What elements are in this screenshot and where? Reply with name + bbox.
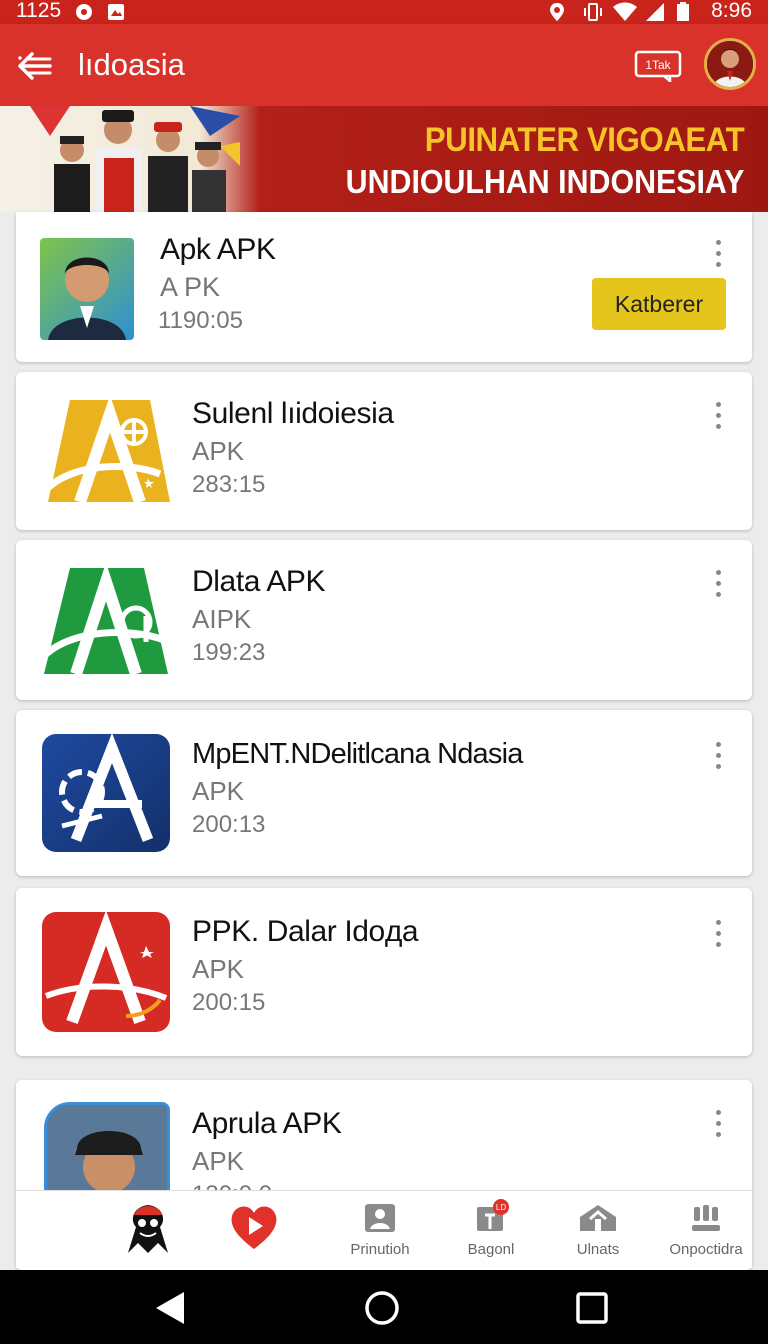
blue-a-app-icon	[42, 732, 170, 852]
banner-headline: PUINATER VIGOAEAT	[424, 121, 745, 159]
app-type: AIPK	[192, 604, 252, 634]
promo-banner[interactable]: PUINATER VIGOAEAT UNDIOULHAN INDONESIAY	[0, 106, 768, 212]
app-type: APK	[192, 1146, 245, 1176]
nav-item-home[interactable]: Ulnats	[560, 1191, 636, 1269]
app-name: PPK. Dalar Idoдa	[192, 915, 419, 948]
more-options-icon[interactable]	[706, 236, 730, 276]
location-icon	[550, 3, 564, 21]
signal-icon	[646, 3, 664, 21]
app-meta: 283:15	[192, 471, 266, 498]
profile-avatar[interactable]	[704, 38, 756, 90]
status-bar: 1125 8:96	[0, 0, 768, 24]
chat-label: 1Tak	[645, 58, 671, 72]
more-options-icon[interactable]	[706, 738, 730, 778]
vibrate-icon	[584, 3, 602, 21]
app-type: APK	[192, 436, 245, 466]
app-list-item[interactable]: PPK. Dalar Idoдa APK 200:15	[16, 888, 752, 1056]
settings-icon	[692, 1205, 720, 1231]
nav-item-profile[interactable]: Prinutioh	[332, 1191, 428, 1269]
app-portrait-icon	[40, 238, 134, 340]
app-name: Apk APK	[160, 233, 276, 266]
yellow-a-app-icon	[41, 395, 170, 504]
bottom-navigation: Prinutioh LD Bagonl Ulnats Onpoctidra	[16, 1190, 752, 1268]
nav-item-settings[interactable]: Onpoctidra	[660, 1191, 752, 1269]
back-arrow-icon[interactable]	[14, 46, 58, 86]
app-name: Dlata APK	[192, 565, 326, 598]
status-clock: 8:96	[711, 0, 752, 22]
chat-bubble-icon: 1Tak	[634, 50, 682, 84]
more-options-icon[interactable]	[706, 1106, 730, 1146]
notification-icon	[76, 4, 92, 20]
app-name: Aprula APK	[192, 1107, 342, 1140]
wifi-icon	[613, 2, 637, 21]
app-list-item[interactable]: Apk APK A PK 1190:05 Katberer	[16, 212, 752, 362]
nav-label: Bagonl	[467, 1241, 515, 1258]
nav-label: Onpoctidra	[669, 1241, 743, 1258]
install-button[interactable]: Katberer	[592, 278, 726, 330]
app-meta: 199:23	[192, 639, 266, 666]
app-name: MpENT.NDelitlcana Ndasia	[192, 738, 523, 770]
more-options-icon[interactable]	[706, 398, 730, 438]
banner-people-illustration	[30, 106, 240, 212]
page-title: lıdoasia	[78, 47, 185, 82]
avatar-portrait-icon	[707, 41, 753, 87]
screen: 1125 8:96 lıdoasia 1Tak PUINATER VIGOAEA…	[0, 0, 768, 1344]
system-navigation-bar	[0, 1270, 768, 1344]
banner-subheadline: UNDIOULHAN INDONESIAY	[345, 163, 744, 200]
nav-label: Ulnats	[576, 1241, 620, 1258]
app-list-item[interactable]: Sulenl lıidoiesia APK 283:15	[16, 372, 752, 530]
app-bar: lıdoasia 1Tak	[0, 24, 768, 106]
heart-play-icon	[231, 1206, 277, 1249]
image-icon	[108, 4, 124, 20]
app-name: Sulenl lıidoiesia	[192, 397, 394, 430]
person-icon	[365, 1204, 395, 1232]
app-meta: 200:13	[192, 811, 266, 838]
back-triangle-icon[interactable]	[150, 1290, 190, 1326]
nav-item-store[interactable]: LD Bagonl	[448, 1191, 534, 1269]
mascot-icon	[128, 1205, 168, 1253]
app-meta: 200:15	[192, 989, 266, 1016]
app-meta: 1190:05	[158, 307, 243, 334]
chat-button[interactable]: 1Tak	[634, 50, 682, 84]
nav-badge: LD	[496, 1203, 506, 1212]
more-options-icon[interactable]	[706, 566, 730, 606]
app-type: APK	[192, 776, 245, 806]
home-circle-icon[interactable]	[362, 1290, 402, 1326]
nav-item-mascot[interactable]	[112, 1191, 184, 1269]
recents-square-icon[interactable]	[572, 1290, 612, 1326]
app-type: APK	[192, 954, 245, 984]
nav-label: Prinutioh	[350, 1241, 410, 1258]
more-options-icon[interactable]	[706, 916, 730, 956]
home-icon	[580, 1205, 616, 1231]
green-a-app-icon	[40, 562, 168, 676]
battery-icon	[677, 2, 689, 21]
status-time: 1125	[16, 0, 62, 22]
app-type: A PK	[160, 272, 221, 302]
nav-item-favorites[interactable]	[216, 1191, 292, 1269]
app-list-item[interactable]: MpENT.NDelitlcana Ndasia APK 200:13	[16, 710, 752, 876]
app-list-item[interactable]: Dlata APK AIPK 199:23	[16, 540, 752, 700]
store-icon: LD	[477, 1199, 509, 1231]
red-a-app-icon	[42, 910, 170, 1032]
